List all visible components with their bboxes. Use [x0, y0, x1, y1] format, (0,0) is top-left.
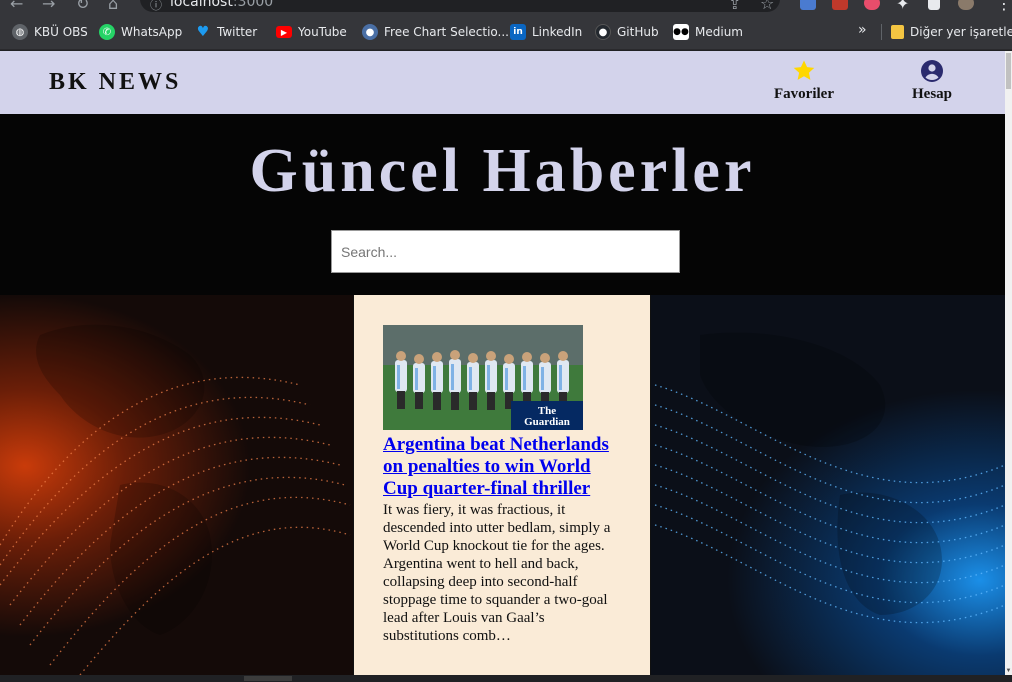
favorites-label: Favoriler	[774, 86, 834, 102]
bookmarks-divider	[881, 24, 882, 40]
scrollbar-thumb[interactable]	[1006, 53, 1011, 89]
hero-section: Güncel Haberler	[0, 114, 1005, 295]
side-panel-icon[interactable]	[928, 0, 940, 10]
linkedin-icon: in	[510, 24, 526, 40]
extensions-puzzle-icon[interactable]: ✦	[896, 0, 909, 13]
bookmark-label: Medium	[695, 25, 743, 39]
browser-menu-icon[interactable]: ⋮	[996, 0, 1012, 13]
extension-translate-icon[interactable]	[800, 0, 816, 10]
folder-icon	[891, 25, 904, 39]
news-card: The Guardian Argentina beat Netherlands …	[353, 295, 651, 675]
home-icon[interactable]: ⌂	[108, 0, 118, 13]
globe-icon: ◍	[12, 24, 28, 40]
medium-icon: ●●	[673, 24, 689, 40]
bookmark-label: LinkedIn	[532, 25, 583, 39]
bookmark-linkedin[interactable]: in LinkedIn	[510, 24, 582, 40]
bookmark-star-icon[interactable]: ☆	[760, 0, 774, 13]
account-circle-icon	[921, 60, 943, 82]
bookmark-label: Diğer yer işaretleri	[910, 25, 1012, 39]
github-icon: ●	[595, 24, 611, 40]
favorites-link[interactable]: Favoriler	[774, 59, 834, 103]
site-navbar: BK NEWS Favoriler Hesap	[0, 51, 1005, 114]
chart-site-icon: ●	[362, 24, 378, 40]
site-logo[interactable]: BK NEWS	[49, 69, 181, 96]
star-icon	[793, 60, 815, 80]
article-description: It was fiery, it was fractious, it desce…	[383, 502, 611, 644]
account-label: Hesap	[912, 86, 953, 102]
address-text[interactable]: localhost:3000	[170, 0, 273, 10]
reload-icon[interactable]: ↻	[76, 0, 89, 13]
scroll-down-arrow-icon[interactable]: ▼	[1005, 668, 1012, 674]
bookmark-whatsapp[interactable]: ✆ WhatsApp	[99, 24, 182, 40]
account-link[interactable]: Hesap	[912, 59, 952, 103]
bookmark-twitter[interactable]: ♥ Twitter	[195, 24, 258, 40]
bookmark-kbu-obs[interactable]: ◍ KBÜ OBS	[12, 24, 88, 40]
horizontal-scrollbar-thumb[interactable]	[244, 676, 292, 681]
more-bookmarks-button[interactable]: »	[858, 22, 867, 38]
page-viewport: BK NEWS Favoriler Hesap Güncel Haberler	[0, 51, 1005, 675]
bookmark-label: KBÜ OBS	[34, 25, 88, 39]
extension-red-icon[interactable]	[832, 0, 848, 10]
article-title-link[interactable]: Argentina beat Netherlands on penalties …	[383, 434, 620, 500]
horizontal-scrollbar[interactable]	[0, 675, 1012, 682]
bookmark-label: Free Chart Selectio...	[384, 25, 509, 39]
bookmark-label: WhatsApp	[121, 25, 183, 39]
site-info-icon[interactable]: ⓘ	[150, 0, 162, 13]
twitter-icon: ♥	[196, 24, 210, 40]
vertical-scrollbar[interactable]: ▼	[1005, 51, 1012, 675]
bookmark-github[interactable]: ● GitHub	[595, 24, 659, 40]
share-icon[interactable]: ⇪	[728, 0, 741, 13]
back-arrow-icon[interactable]: ←	[10, 0, 23, 13]
bookmark-label: Twitter	[217, 25, 258, 39]
whatsapp-icon: ✆	[99, 24, 115, 40]
bookmark-label: GitHub	[617, 25, 659, 39]
search-input[interactable]	[331, 230, 680, 273]
bookmark-medium[interactable]: ●● Medium	[673, 24, 743, 40]
svg-text:Guardian: Guardian	[524, 416, 570, 428]
profile-avatar-icon[interactable]	[958, 0, 974, 10]
forward-arrow-icon[interactable]: →	[42, 0, 55, 13]
extension-pdf-icon[interactable]	[864, 0, 880, 10]
youtube-icon: ▶	[276, 26, 292, 38]
bookmarks-bar: ◍ KBÜ OBS ✆ WhatsApp ♥ Twitter ▶ YouTube…	[0, 14, 1012, 50]
page-title: Güncel Haberler	[249, 137, 756, 205]
bookmark-other-folder[interactable]: Diğer yer işaretleri	[891, 24, 1012, 40]
bookmark-free-chart[interactable]: ● Free Chart Selectio...	[362, 24, 509, 40]
browser-toolbar: ← → ↻ ⌂ ⓘ localhost:3000 ⇪ ☆ ✦ ⋮	[0, 0, 1012, 14]
bookmark-label: YouTube	[298, 25, 347, 39]
article-thumbnail[interactable]: The Guardian	[383, 325, 583, 430]
bookmark-youtube[interactable]: ▶ YouTube	[276, 24, 347, 40]
